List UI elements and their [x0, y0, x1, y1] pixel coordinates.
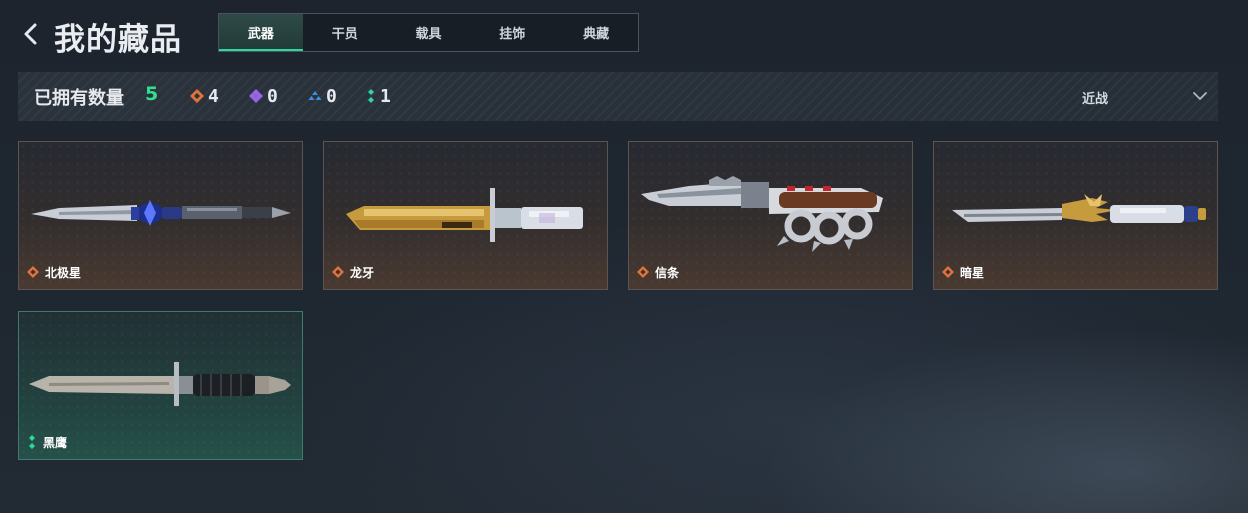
item-name: 北极星 — [45, 265, 82, 280]
summary-bar: 已拥有数量 5 4 0 0 1 近战 — [18, 72, 1218, 121]
item-card-black-hawk[interactable]: 黑鹰 — [18, 311, 303, 460]
orange-diamond-icon — [190, 89, 204, 103]
item-name: 暗星 — [960, 265, 985, 280]
orange-diamond-icon — [332, 266, 344, 278]
rarity-count-orange: 4 — [190, 85, 219, 107]
sort-dropdown[interactable]: 近战 — [1068, 84, 1208, 110]
sort-selected-label: 近战 — [1082, 92, 1109, 107]
orange-diamond-icon — [637, 266, 649, 278]
item-card-dark-star[interactable]: 暗星 — [933, 141, 1218, 290]
owned-count-value: 5 — [145, 83, 159, 105]
rarity-count: 1 — [380, 85, 391, 107]
item-label: 龙牙 — [332, 264, 374, 280]
rarity-count: 0 — [267, 85, 278, 107]
tab-vehicles[interactable]: 载具 — [387, 14, 471, 51]
item-card-polaris[interactable]: 北极星 — [18, 141, 303, 290]
tab-weapons[interactable]: 武器 — [219, 14, 303, 51]
rarity-count-blue: 0 — [308, 85, 337, 107]
rarity-count: 0 — [326, 85, 337, 107]
purple-diamond-icon — [249, 89, 263, 103]
category-tabs: 武器 干员 载具 挂饰 典藏 — [218, 13, 639, 52]
rarity-count: 4 — [208, 85, 219, 107]
chevron-down-icon — [1193, 92, 1207, 100]
tab-charms[interactable]: 挂饰 — [470, 14, 554, 51]
back-button[interactable] — [18, 18, 46, 50]
rarity-count-purple: 0 — [249, 85, 278, 107]
green-dots-icon — [368, 89, 374, 103]
orange-diamond-icon — [27, 266, 39, 278]
item-label: 暗星 — [942, 264, 984, 280]
item-name: 黑鹰 — [43, 435, 68, 450]
item-name: 信条 — [655, 265, 680, 280]
orange-diamond-icon — [942, 266, 954, 278]
item-label: 北极星 — [27, 264, 81, 280]
tab-operators[interactable]: 干员 — [303, 14, 387, 51]
rarity-count-green: 1 — [366, 85, 391, 107]
page-title: 我的藏品 — [54, 22, 182, 58]
owned-count-label: 已拥有数量 — [34, 88, 124, 109]
green-dots-icon — [29, 435, 35, 449]
item-card-creed[interactable]: 信条 — [628, 141, 913, 290]
collection-screen: 我的藏品 武器 干员 载具 挂饰 典藏 已拥有数量 5 4 0 0 1 近战 北… — [0, 0, 1248, 513]
chevron-left-icon — [24, 23, 37, 45]
tab-collection[interactable]: 典藏 — [554, 14, 638, 51]
item-label: 信条 — [637, 264, 679, 280]
blue-triangle-icon — [308, 91, 322, 100]
item-name: 龙牙 — [350, 265, 375, 280]
item-label: 黑鹰 — [27, 434, 67, 450]
item-card-dragon-fang[interactable]: 龙牙 — [323, 141, 608, 290]
